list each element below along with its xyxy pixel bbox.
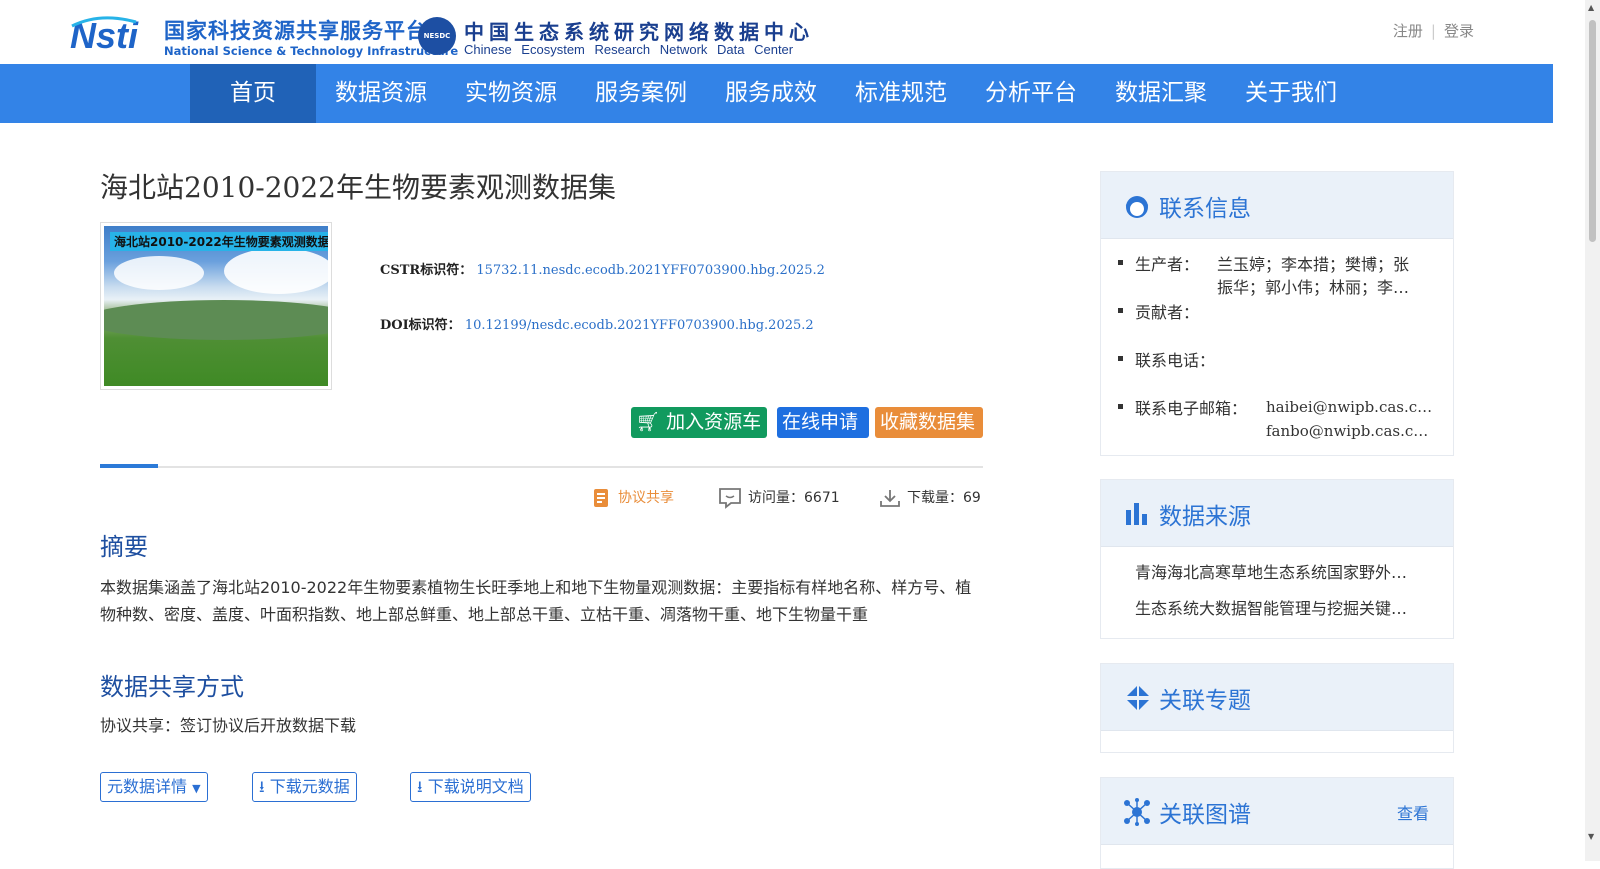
contact-card: 联系信息 生产者： 兰玉婷；李本措；樊博；张 振华；郭小伟；林丽；李… 贡献者：… [1100, 171, 1454, 456]
thumbnail-label: 海北站2010-2022年生物要素观测数据集 [110, 232, 328, 251]
tab-strip [100, 464, 983, 468]
support-agent-icon [1125, 196, 1149, 218]
related-topic-card-header: 关联专题 [1101, 664, 1453, 731]
related-graph-card-title: 关联图谱 [1159, 802, 1251, 828]
contact-card-header: 联系信息 [1101, 172, 1453, 239]
topic-icon [1127, 686, 1149, 710]
nav-item-data-aggregation[interactable]: 数据汇聚 [1096, 64, 1226, 123]
nav-item-service-cases[interactable]: 服务案例 [576, 64, 706, 123]
email-label: 联系电子邮箱： [1135, 399, 1248, 418]
nsti-logo-en: National Science & Technology Infrastruc… [164, 44, 459, 58]
network-graph-icon [1124, 798, 1150, 826]
download-metadata-label: 下载元数据 [269, 777, 350, 796]
top-header: Nsti 国家科技资源共享服务平台 National Science & Tec… [0, 0, 1600, 64]
share-type-label: 协议共享 [618, 490, 674, 506]
nesdc-logo[interactable]: NESDC 中国生态系统研究网络数据中心 Chinese Ecosystem R… [418, 15, 838, 61]
auth-divider: | [1430, 22, 1436, 40]
nav-item-home[interactable]: 首页 [190, 64, 316, 123]
view-graph-link[interactable]: 查看 [1397, 800, 1429, 824]
cstr-link[interactable]: 15732.11.nesdc.ecodb.2021YFF0703900.hbg.… [476, 263, 825, 278]
visits-stat: 访问量：6671 [718, 487, 840, 509]
main-nav: 首页 数据资源 实物资源 服务案例 服务成效 标准规范 分析平台 数据汇聚 关于… [0, 64, 1553, 123]
producer-label: 生产者： [1135, 255, 1200, 274]
nsti-logo-cn: 国家科技资源共享服务平台 [164, 19, 428, 43]
scroll-up-icon[interactable]: ▲ [1588, 3, 1594, 12]
dataset-title: 海北站2010-2022年生物要素观测数据集 [100, 171, 616, 204]
nsti-logo-icon: Nsti [70, 16, 139, 54]
cstr-label: CSTR标识符： [380, 263, 473, 278]
producer-value-line1: 兰玉婷；李本措；樊博；张 [1217, 255, 1410, 274]
downloads-label: 下载量：69 [907, 490, 981, 506]
data-source-card: 数据来源 青海海北高寒草地生态系统国家野外… 生态系统大数据智能管理与挖掘关键… [1100, 479, 1454, 639]
auth-links: 注册 | 登录 [1393, 20, 1474, 41]
online-apply-button[interactable]: 在线申请 [777, 407, 869, 438]
download-doc-label: 下载说明文档 [427, 777, 524, 796]
cstr-row: CSTR标识符： 15732.11.nesdc.ecodb.2021YFF070… [380, 259, 825, 278]
nav-item-about[interactable]: 关于我们 [1226, 64, 1356, 123]
scroll-down-icon[interactable]: ▼ [1588, 832, 1594, 841]
related-topic-card: 关联专题 [1100, 663, 1454, 753]
data-source-item[interactable]: 青海海北高寒草地生态系统国家野外… [1135, 559, 1425, 583]
metadata-detail-label: 元数据详情 [107, 777, 188, 796]
dataset-thumbnail: 海北站2010-2022年生物要素观测数据集 [100, 222, 332, 390]
email-value-line2: fanbo@nwipb.cas.cn… [1266, 422, 1436, 440]
phone-label: 联系电话： [1135, 351, 1216, 370]
comment-icon [719, 488, 741, 509]
nav-item-service-results[interactable]: 服务成效 [706, 64, 836, 123]
add-to-cart-label: 加入资源车 [666, 411, 762, 433]
share-type-stat: 协议共享 [592, 487, 674, 508]
download-icon: ⭳ [259, 777, 265, 796]
visits-label: 访问量：6671 [748, 490, 840, 506]
register-link[interactable]: 注册 [1393, 22, 1423, 40]
doi-link[interactable]: 10.12199/nesdc.ecodb.2021YFF0703900.hbg.… [465, 318, 814, 333]
nesdc-logo-en: Chinese Ecosystem Research Network Data … [464, 42, 794, 57]
scrollbar-thumb[interactable] [1589, 20, 1596, 242]
metadata-detail-button[interactable]: 元数据详情 ▼ [100, 772, 208, 802]
related-topic-card-title: 关联专题 [1159, 688, 1251, 714]
abstract-heading: 摘要 [100, 533, 148, 561]
data-source-card-title: 数据来源 [1159, 504, 1251, 530]
sharing-heading: 数据共享方式 [100, 673, 244, 701]
data-source-item[interactable]: 生态系统大数据智能管理与挖掘关键… [1135, 595, 1425, 619]
nav-item-physical-resources[interactable]: 实物资源 [446, 64, 576, 123]
doi-row: DOI标识符： 10.12199/nesdc.ecodb.2021YFF0703… [380, 314, 814, 333]
nsti-logo[interactable]: Nsti 国家科技资源共享服务平台 National Science & Tec… [70, 14, 458, 60]
download-doc-button[interactable]: ⭳ 下载说明文档 [410, 772, 531, 802]
nav-item-analysis[interactable]: 分析平台 [966, 64, 1096, 123]
contact-card-title: 联系信息 [1159, 196, 1251, 222]
downloads-stat: 下载量：69 [879, 487, 981, 508]
favorite-dataset-button[interactable]: 收藏数据集 [875, 407, 983, 438]
login-link[interactable]: 登录 [1444, 22, 1474, 40]
add-to-cart-button[interactable]: 🛒︎ 加入资源车 [631, 407, 767, 438]
doi-label: DOI标识符： [380, 318, 461, 333]
related-graph-card-header: 关联图谱 查看 [1101, 778, 1453, 845]
tab-active-indicator [100, 464, 158, 468]
caret-down-icon: ▼ [192, 782, 201, 795]
nav-item-standards[interactable]: 标准规范 [836, 64, 966, 123]
cart-icon: 🛒︎ [636, 411, 661, 433]
contributor-label: 贡献者： [1135, 303, 1200, 322]
download-metadata-button[interactable]: ⭳ 下载元数据 [252, 772, 357, 802]
data-source-card-header: 数据来源 [1101, 480, 1453, 547]
producer-value-line2: 振华；郭小伟；林丽；李… [1217, 278, 1410, 297]
email-value-line1: haibei@nwipb.cas.cn； [1266, 398, 1436, 416]
abstract-text: 本数据集涵盖了海北站2010-2022年生物要素植物生长旺季地上和地下生物量观测… [100, 578, 972, 624]
download-icon [880, 490, 900, 507]
nesdc-logo-icon: NESDC [418, 17, 456, 55]
related-graph-card: 关联图谱 查看 [1100, 777, 1454, 869]
sharing-text: 协议共享：签订协议后开放数据下载 [100, 716, 357, 735]
nesdc-logo-cn: 中国生态系统研究网络数据中心 [464, 20, 814, 44]
download-icon: ⭳ [417, 777, 423, 796]
nav-item-data-resources[interactable]: 数据资源 [316, 64, 446, 123]
agreement-icon [594, 489, 608, 507]
page-scrollbar[interactable]: ▲ ▼ [1585, 0, 1600, 861]
bar-chart-icon [1126, 503, 1147, 525]
